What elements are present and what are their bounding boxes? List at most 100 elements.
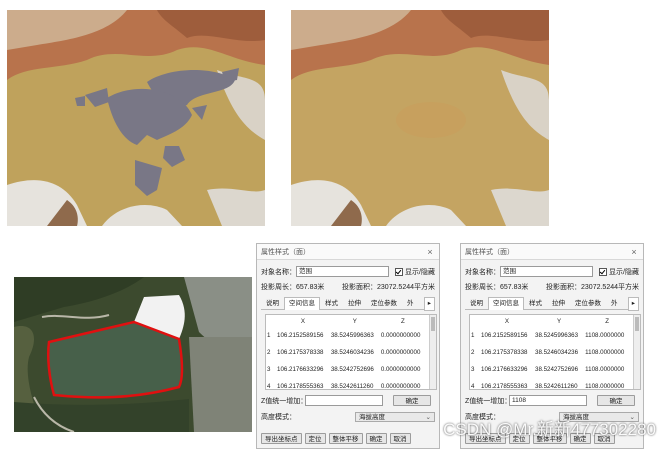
translate-button[interactable]: 整体平移 [328,433,363,444]
tab-position-params[interactable]: 定位参数 [570,297,606,310]
cell-z[interactable]: 0.0000000000 [380,327,426,344]
table-row[interactable]: 2 106.2175378338 38.5246034236 1108.0000… [470,344,630,361]
cell-x[interactable]: 106.2152589156 [480,327,534,344]
cell-x[interactable]: 106.2176633296 [276,361,330,378]
tab-extrude[interactable]: 拉伸 [343,297,366,310]
table-scrollbar[interactable] [633,315,640,389]
satellite-map [14,277,252,432]
chevron-down-icon: ⌄ [425,414,431,421]
tab-bar: 说明 空间信息 样式 拉伸 定位参数 外 ▸ [261,297,435,311]
cell-x[interactable]: 106.2175378338 [276,344,330,361]
cell-x[interactable]: 106.2178555363 [480,378,534,389]
dialog-title: 属性样式（面） [261,248,310,256]
table-row[interactable]: 1 106.2152589156 38.5245996363 0.0000000… [266,327,426,344]
show-hide-label: 显示/隐藏 [609,268,639,276]
coordinate-table: X Y Z 1 106.2152589156 38.5245996363 110… [469,314,641,390]
tab-style[interactable]: 样式 [524,297,547,310]
cell-z[interactable]: 0.0000000000 [380,344,426,361]
row-index: 1 [471,332,475,339]
z-increase-input[interactable]: 1108 [509,395,587,406]
name-input[interactable]: 范围 [500,266,594,277]
z-increase-label: Z值统一增加： [465,397,512,405]
tab-position-params[interactable]: 定位参数 [366,297,402,310]
cell-y[interactable]: 38.5245996363 [534,327,584,344]
column-header-x: X [504,317,510,325]
cell-x[interactable]: 106.2152589156 [276,327,330,344]
tab-style[interactable]: 样式 [320,297,343,310]
area-value: 23072.5244平方米 [581,284,639,291]
perimeter-label: 投影周长： [465,284,500,291]
row-index: 4 [267,383,271,390]
row-index: 3 [471,366,475,373]
tab-more[interactable]: 外 [606,297,623,310]
table-row[interactable]: 4 106.2178555363 38.5242611260 1108.0000… [470,378,630,389]
table-header-row: X Y Z [470,315,630,327]
column-header-z: Z [401,317,405,325]
table-header-row: X Y Z [266,315,426,327]
tab-extrude[interactable]: 拉伸 [547,297,570,310]
show-hide-checkbox[interactable] [395,267,404,276]
tab-bar: 说明 空间信息 样式 拉伸 定位参数 外 ▸ [465,297,639,311]
coordinate-table: X Y Z 1 106.2152589156 38.5245996363 0.0… [265,314,437,390]
cell-y[interactable]: 38.5242752696 [330,361,380,378]
name-input[interactable]: 范围 [296,266,390,277]
tab-scroll-right-icon[interactable]: ▸ [627,297,639,311]
cell-y[interactable]: 38.5242611260 [330,378,380,389]
cell-x[interactable]: 106.2178555363 [276,378,330,389]
cancel-button[interactable]: 取消 [389,433,411,444]
row-index: 3 [267,366,271,373]
height-mode-value: 海拔高度 [359,414,385,421]
aerial-image-filled [291,10,549,226]
close-icon[interactable]: × [425,247,435,257]
cell-y[interactable]: 38.5246034236 [534,344,584,361]
table-row[interactable]: 2 106.2175378338 38.5246034236 0.0000000… [266,344,426,361]
ok-button[interactable]: 确定 [365,433,387,444]
table-scrollbar[interactable] [429,315,436,389]
z-confirm-button[interactable]: 确定 [393,395,431,406]
show-hide-label: 显示/隐藏 [405,268,435,276]
z-increase-input[interactable] [305,395,383,406]
table-row[interactable]: 3 106.2176633296 38.5242752696 1108.0000… [470,361,630,378]
cell-y[interactable]: 38.5246034236 [330,344,380,361]
close-icon[interactable]: × [629,247,639,257]
table-row[interactable]: 1 106.2152589156 38.5245996363 1108.0000… [470,327,630,344]
cell-z[interactable]: 1108.0000000 [584,327,630,344]
perimeter-label: 投影周长： [261,284,296,291]
tab-more[interactable]: 外 [402,297,419,310]
tab-spatial-info[interactable]: 空间信息 [488,297,524,310]
height-mode-select[interactable]: 海拔高度 ⌄ [355,412,435,422]
column-header-y: Y [557,317,562,325]
watermark: CSDN @Mr.新新477302280 [443,420,656,439]
cell-x[interactable]: 106.2176633296 [480,361,534,378]
perimeter-value: 657.83米 [296,284,325,291]
area-label: 投影面积： [546,284,582,291]
z-confirm-button[interactable]: 确定 [597,395,635,406]
tab-description[interactable]: 说明 [465,297,488,310]
table-row[interactable]: 4 106.2178555363 38.5242611260 0.0000000… [266,378,426,390]
cell-z[interactable]: 0.0000000000 [380,361,426,378]
cell-x[interactable]: 106.2175378338 [480,344,534,361]
table-row[interactable]: 3 106.2176633296 38.5242752696 0.0000000… [266,361,426,378]
column-header-x: X [300,317,305,325]
aerial-image-with-holes [7,10,265,226]
locate-button[interactable]: 定位 [304,433,326,444]
cell-y[interactable]: 38.5242611260 [534,378,584,389]
cell-z[interactable]: 1108.0000000 [584,378,630,389]
cell-z[interactable]: 0.0000000000 [380,378,426,389]
tab-spatial-info[interactable]: 空间信息 [284,297,320,310]
tab-scroll-right-icon[interactable]: ▸ [423,297,435,311]
tab-description[interactable]: 说明 [261,297,284,310]
dialog-titlebar: 属性样式（面） × [461,244,643,260]
export-points-button[interactable]: 导出坐标点 [261,433,302,444]
dialog-title: 属性样式（面） [465,248,514,256]
height-mode-label: 高度模式： [261,414,296,421]
perimeter-value: 657.83米 [500,284,529,291]
name-label: 对象名称： [465,268,500,276]
column-header-z: Z [605,317,609,325]
cell-z[interactable]: 1108.0000000 [584,344,630,361]
show-hide-checkbox[interactable] [599,267,608,276]
cell-z[interactable]: 1108.0000000 [584,361,630,378]
cell-y[interactable]: 38.5245996363 [330,327,380,344]
row-index: 1 [267,332,271,339]
cell-y[interactable]: 38.5242752696 [534,361,584,378]
